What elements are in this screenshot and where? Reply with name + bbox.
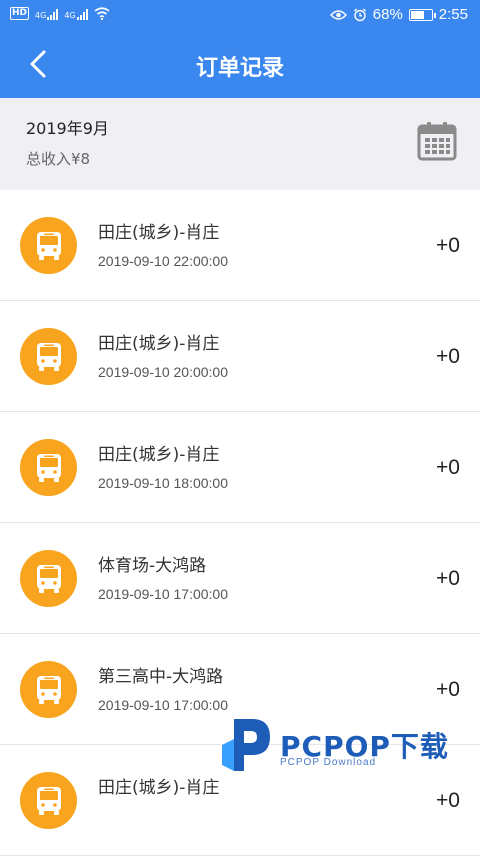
bus-icon — [36, 342, 61, 371]
bus-icon — [36, 786, 61, 815]
bus-avatar — [20, 439, 77, 496]
watermark-sub: PCPOP Download — [280, 757, 377, 768]
order-row[interactable]: 田庄(城乡)-肖庄 2019-09-10 20:00:00 +0 — [0, 301, 480, 412]
battery-level-fill — [410, 10, 424, 19]
status-bar: HD 4G 4G 68% 2:55 — [0, 0, 480, 30]
signal-2-label: 4G — [64, 10, 76, 20]
order-time: 2019-09-10 20:00:00 — [98, 364, 228, 380]
bus-icon — [36, 231, 61, 260]
month-summary: 2019年9月 总收入¥8 — [0, 98, 480, 190]
signal-icon: 4G — [35, 8, 59, 20]
bus-icon — [36, 675, 61, 704]
order-route: 田庄(城乡)-肖庄 — [98, 334, 220, 354]
calendar-icon — [417, 122, 457, 161]
bus-avatar — [20, 661, 77, 718]
page-title: 订单记录 — [195, 56, 284, 81]
calendar-button[interactable] — [416, 120, 458, 162]
hd-badge: HD — [10, 7, 30, 20]
order-time: 2019-09-10 17:00:00 — [98, 586, 228, 602]
total-income: 总收入¥8 — [26, 150, 91, 168]
order-amount: +0 — [436, 234, 460, 257]
order-route: 第三高中-大鸿路 — [98, 667, 224, 687]
alarm-icon — [353, 8, 366, 21]
order-route: 田庄(城乡)-肖庄 — [98, 778, 220, 798]
order-row[interactable]: 田庄(城乡)-肖庄 2019-09-10 22:00:00 +0 — [0, 190, 480, 301]
order-route: 田庄(城乡)-肖庄 — [98, 223, 220, 243]
watermark: PCPOP下载 PCPOP Download — [218, 713, 480, 800]
bus-icon — [36, 453, 61, 482]
bus-avatar — [20, 328, 77, 385]
pcpop-logo-icon — [222, 719, 270, 771]
order-amount: +0 — [436, 456, 460, 479]
order-route: 田庄(城乡)-肖庄 — [98, 445, 220, 465]
order-row[interactable]: 田庄(城乡)-肖庄 2019-09-10 18:00:00 +0 — [0, 412, 480, 523]
month-label: 2019年9月 — [26, 119, 109, 138]
wifi-icon — [94, 7, 110, 20]
bus-avatar — [20, 217, 77, 274]
app-header: 订单记录 — [0, 30, 480, 98]
order-row[interactable]: 体育场-大鸿路 2019-09-10 17:00:00 +0 — [0, 523, 480, 634]
eye-icon — [329, 9, 347, 20]
battery-icon — [408, 8, 436, 21]
order-amount: +0 — [436, 678, 460, 701]
order-amount: +0 — [436, 345, 460, 368]
signal-icon: 4G — [64, 8, 88, 20]
clock: 2:55 — [438, 6, 468, 23]
bus-avatar — [20, 772, 77, 829]
order-time: 2019-09-10 17:00:00 — [98, 697, 228, 713]
order-time: 2019-09-10 18:00:00 — [98, 475, 228, 491]
bus-icon — [36, 564, 61, 593]
order-amount: +0 — [436, 567, 460, 590]
order-route: 体育场-大鸿路 — [98, 556, 207, 576]
battery-percent: 68% — [372, 6, 403, 23]
order-time: 2019-09-10 22:00:00 — [98, 253, 228, 269]
signal-1-label: 4G — [35, 10, 47, 20]
bus-avatar — [20, 550, 77, 607]
